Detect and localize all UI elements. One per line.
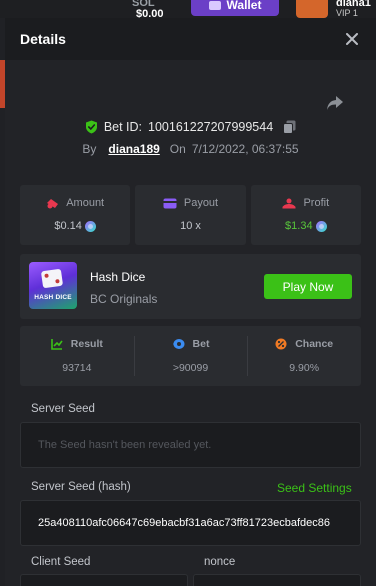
wallet-icon [208, 0, 221, 10]
server-seed-field: The Seed hasn't been revealed yet. [20, 422, 361, 468]
result-item-bet: Bet >90099 [133, 326, 248, 386]
game-provider: BC Originals [90, 292, 158, 306]
result-value: 9.90% [289, 362, 320, 374]
close-icon [346, 33, 358, 45]
bet-details-dialog: Details Bet ID: 100161227207999544 By di… [5, 18, 376, 586]
stat-value: $1.34 [285, 220, 313, 232]
coin-icon [84, 220, 96, 232]
game-thumbnail[interactable]: HASH DICE [29, 262, 77, 309]
bet-stats: Amount $0.14 Payout 10 x Profit $1.34 [20, 185, 361, 245]
stat-label: Profit [303, 197, 330, 209]
bet-icon [172, 339, 185, 349]
amount-icon [47, 198, 59, 208]
copy-icon[interactable] [283, 120, 296, 134]
play-now-button[interactable]: Play Now [264, 274, 352, 299]
bet-meta-row: By diana189 On 7/12/2022, 06:37:55 [5, 142, 376, 156]
result-value: >90099 [172, 362, 209, 374]
server-seed-hash-label: Server Seed (hash) [31, 481, 131, 493]
result-icon [50, 339, 63, 350]
result-label: Result [70, 338, 103, 350]
shield-check-icon [85, 120, 97, 134]
dialog-header: Details [5, 18, 376, 60]
bet-id-row: Bet ID: 100161227207999544 [5, 120, 376, 134]
result-item-result: Result 93714 [20, 326, 134, 386]
stat-profit: Profit $1.34 [250, 185, 361, 245]
result-label: Chance [295, 338, 334, 350]
game-card: HASH DICE Hash Dice BC Originals Play No… [20, 254, 361, 319]
client-seed-field[interactable] [20, 574, 188, 586]
stat-value: $0.14 [54, 220, 82, 232]
profit-icon [282, 198, 296, 208]
nonce-label: nonce [204, 556, 236, 568]
bet-id-label: Bet ID: [103, 120, 143, 134]
dialog-title: Details [20, 31, 66, 47]
bet-results: Result 93714 Bet >90099 Chance 9.90% [20, 326, 361, 386]
wallet-label: Wallet [226, 0, 262, 12]
avatar[interactable] [296, 0, 328, 18]
app-header-background: SOL $0.00 Wallet diana1 VIP 1 [0, 0, 376, 18]
stat-value: 10 x [180, 220, 201, 232]
server-seed-hash-field[interactable]: 25a408110afc06647c69ebacbf31a6ac73ff8172… [20, 500, 361, 546]
share-icon[interactable] [325, 94, 345, 112]
game-thumbnail-label: HASH DICE [34, 294, 72, 301]
wallet-button[interactable]: Wallet [191, 0, 279, 16]
bet-datetime: 7/12/2022, 06:37:55 [191, 142, 299, 156]
result-item-chance: Chance 9.90% [247, 326, 361, 386]
coin-icon [315, 220, 327, 232]
stat-label: Payout [183, 197, 219, 209]
result-label: Bet [192, 338, 210, 350]
on-label: On [169, 142, 186, 156]
server-seed-label: Server Seed [31, 403, 95, 415]
result-value: 93714 [62, 362, 92, 374]
nonce-field[interactable] [193, 574, 361, 586]
payout-icon [163, 198, 177, 208]
vip-level: VIP 1 [336, 8, 358, 18]
close-button[interactable] [343, 30, 361, 48]
balance-value: $0.00 [136, 8, 164, 18]
chance-icon [275, 338, 287, 350]
bet-username-link[interactable]: diana189 [108, 142, 159, 156]
stat-payout: Payout 10 x [135, 185, 246, 245]
seed-settings-link[interactable]: Seed Settings [277, 481, 352, 495]
by-label: By [82, 142, 97, 156]
stat-label: Amount [66, 197, 105, 209]
stat-amount: Amount $0.14 [20, 185, 131, 245]
bet-id-value: 100161227207999544 [148, 120, 274, 134]
game-name: Hash Dice [90, 270, 146, 284]
dice-icon [40, 268, 64, 289]
client-seed-label: Client Seed [31, 556, 91, 568]
